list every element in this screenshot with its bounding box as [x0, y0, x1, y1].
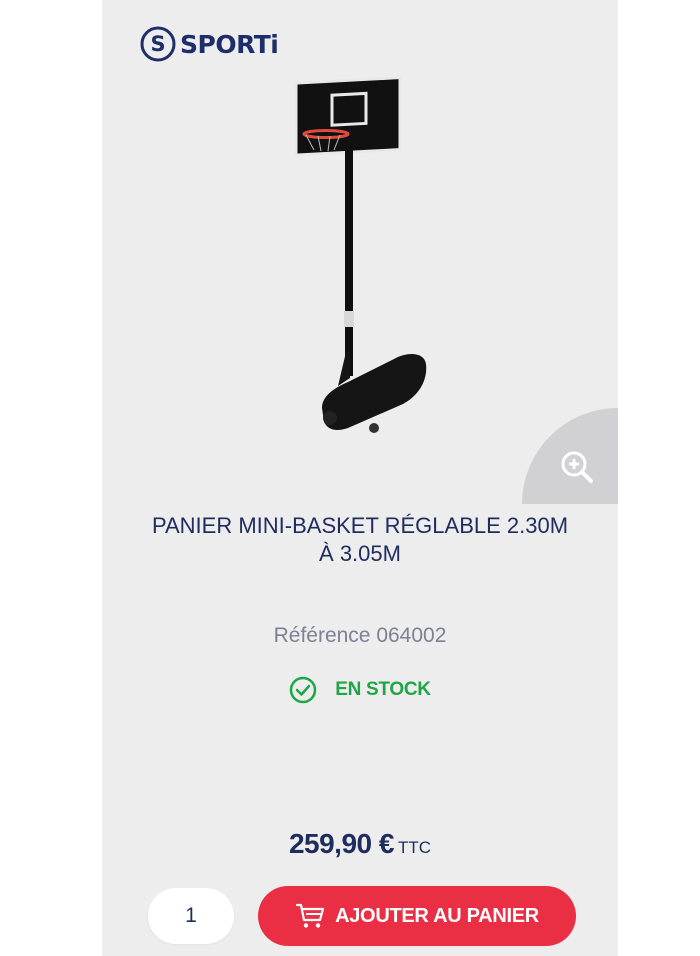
price-value: 259,90 €: [288, 828, 395, 859]
price-suffix: TTC: [397, 838, 432, 857]
product-title-line2: À 3.05M: [319, 541, 401, 566]
check-circle-icon: [290, 676, 317, 704]
add-to-cart-label: AJOUTER AU PANIER: [335, 904, 539, 927]
stock-status: EN STOCK: [102, 676, 618, 704]
stock-label: EN STOCK: [335, 679, 431, 700]
product-card: S SPORTi PANIER MINI-BASKET RÉGLABLE 2.3…: [102, 0, 618, 956]
logo-letter: S: [150, 32, 165, 56]
product-title: PANIER MINI-BASKET RÉGLABLE 2.30M À 3.05…: [102, 512, 618, 568]
logo-s-icon: S: [140, 26, 176, 62]
brand-logo[interactable]: S SPORTi: [140, 24, 279, 64]
zoom-in-icon: [561, 451, 593, 483]
brand-name: SPORTi: [180, 29, 279, 59]
price-row: 259,90 € TTC: [102, 828, 618, 860]
product-title-line1: PANIER MINI-BASKET RÉGLABLE 2.30M: [151, 513, 569, 538]
shopping-cart-icon: [295, 903, 325, 928]
quantity-input[interactable]: 1: [148, 888, 234, 944]
product-reference: Référence 064002: [273, 624, 447, 647]
zoom-button[interactable]: [522, 408, 618, 504]
product-image[interactable]: [278, 56, 438, 441]
add-to-cart-button[interactable]: AJOUTER AU PANIER: [258, 886, 576, 946]
